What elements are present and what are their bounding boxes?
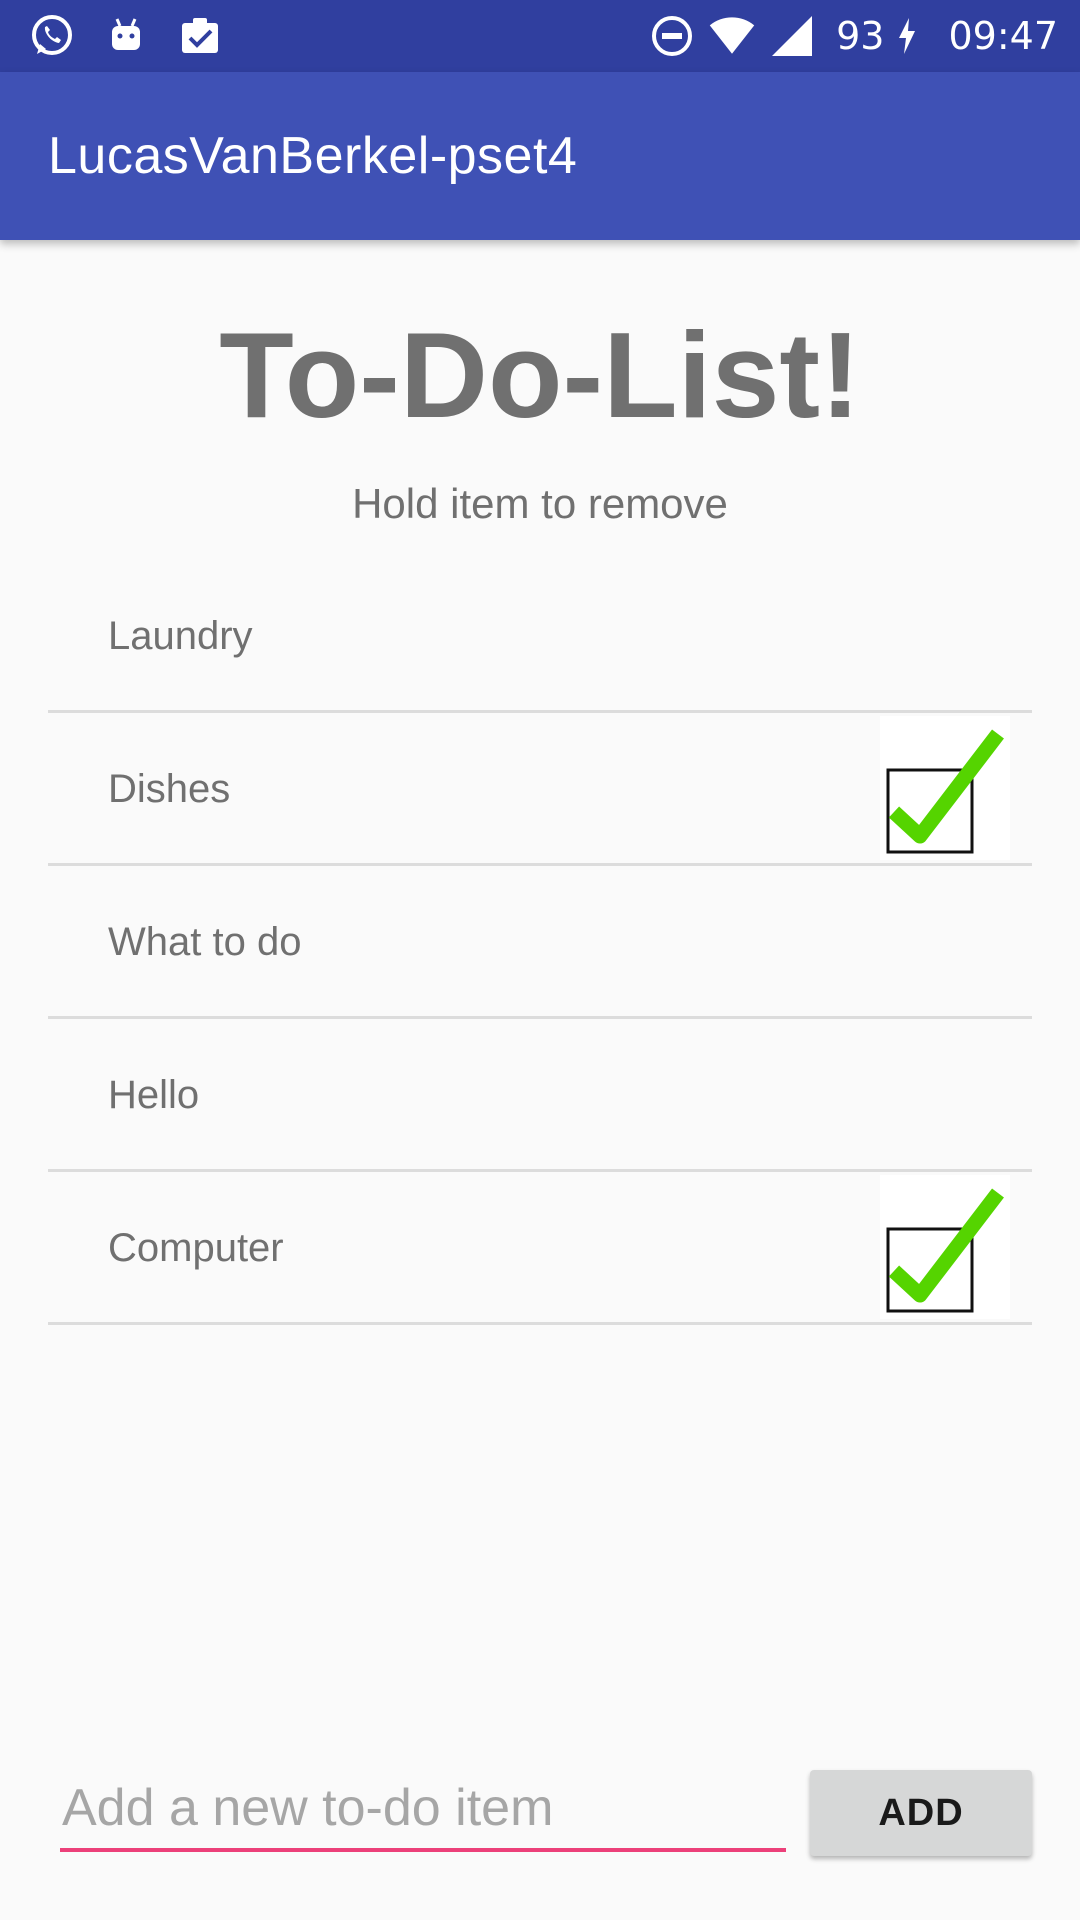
todo-item-label: Computer — [108, 1226, 284, 1270]
battery-level: 93 — [836, 14, 885, 58]
new-item-input[interactable] — [60, 1768, 786, 1852]
todo-item-label: Laundry — [108, 614, 253, 658]
page-subtitle: Hold item to remove — [352, 480, 728, 527]
notification-icons — [28, 12, 224, 60]
system-status: 93 09:47 — [648, 12, 1058, 60]
list-item[interactable]: Dishes — [48, 713, 1032, 866]
list-item[interactable]: Computer — [48, 1172, 1032, 1325]
status-bar: 93 09:47 — [0, 0, 1080, 72]
todo-item-label: What to do — [108, 920, 302, 964]
list-item[interactable]: Hello — [48, 1019, 1032, 1172]
todo-list: Laundry Dishes What to do Hello Computer — [48, 560, 1032, 1325]
do-not-disturb-icon — [648, 12, 696, 60]
clipboard-check-icon — [176, 12, 224, 60]
whatsapp-icon — [28, 12, 76, 60]
todo-item-label: Dishes — [108, 767, 231, 811]
wifi-icon — [708, 12, 756, 60]
app-bar: LucasVanBerkel-pset4 — [0, 72, 1080, 240]
clock: 09:47 — [948, 14, 1058, 58]
cellular-signal-icon — [768, 12, 816, 60]
app-title: LucasVanBerkel-pset4 — [48, 127, 578, 185]
android-notification-icon — [102, 12, 150, 60]
list-item[interactable]: What to do — [48, 866, 1032, 1019]
page-title: To-Do-List! — [219, 307, 861, 443]
todo-item-label: Hello — [108, 1073, 200, 1117]
list-item[interactable]: Laundry — [48, 560, 1032, 713]
checkmark-icon — [880, 1175, 1010, 1319]
checkmark-icon — [880, 716, 1010, 860]
add-button[interactable]: ADD — [810, 1770, 1032, 1856]
charging-bolt-icon — [896, 12, 918, 60]
